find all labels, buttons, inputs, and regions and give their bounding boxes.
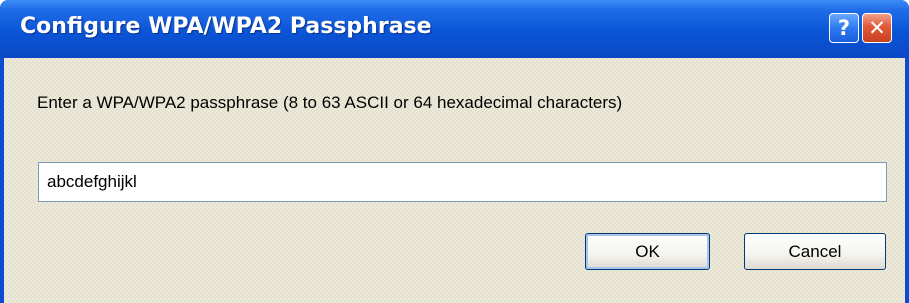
ok-button-label: OK	[635, 241, 660, 261]
passphrase-input[interactable]	[38, 162, 887, 202]
close-button[interactable]: ✕	[862, 13, 892, 43]
cancel-button[interactable]: Cancel	[744, 233, 886, 270]
dialog-body: Enter a WPA/WPA2 passphrase (8 to 63 ASC…	[4, 58, 905, 303]
cancel-button-label: Cancel	[788, 241, 842, 261]
close-icon: ✕	[868, 16, 886, 40]
ok-button[interactable]: OK	[585, 233, 710, 270]
title-bar[interactable]: Configure WPA/WPA2 Passphrase ? ✕	[0, 0, 909, 58]
help-icon: ?	[837, 16, 851, 40]
dialog-title: Configure WPA/WPA2 Passphrase	[20, 14, 432, 39]
passphrase-dialog: Configure WPA/WPA2 Passphrase ? ✕ Enter …	[0, 0, 909, 303]
passphrase-prompt: Enter a WPA/WPA2 passphrase (8 to 63 ASC…	[37, 93, 623, 112]
help-button[interactable]: ?	[829, 13, 859, 43]
